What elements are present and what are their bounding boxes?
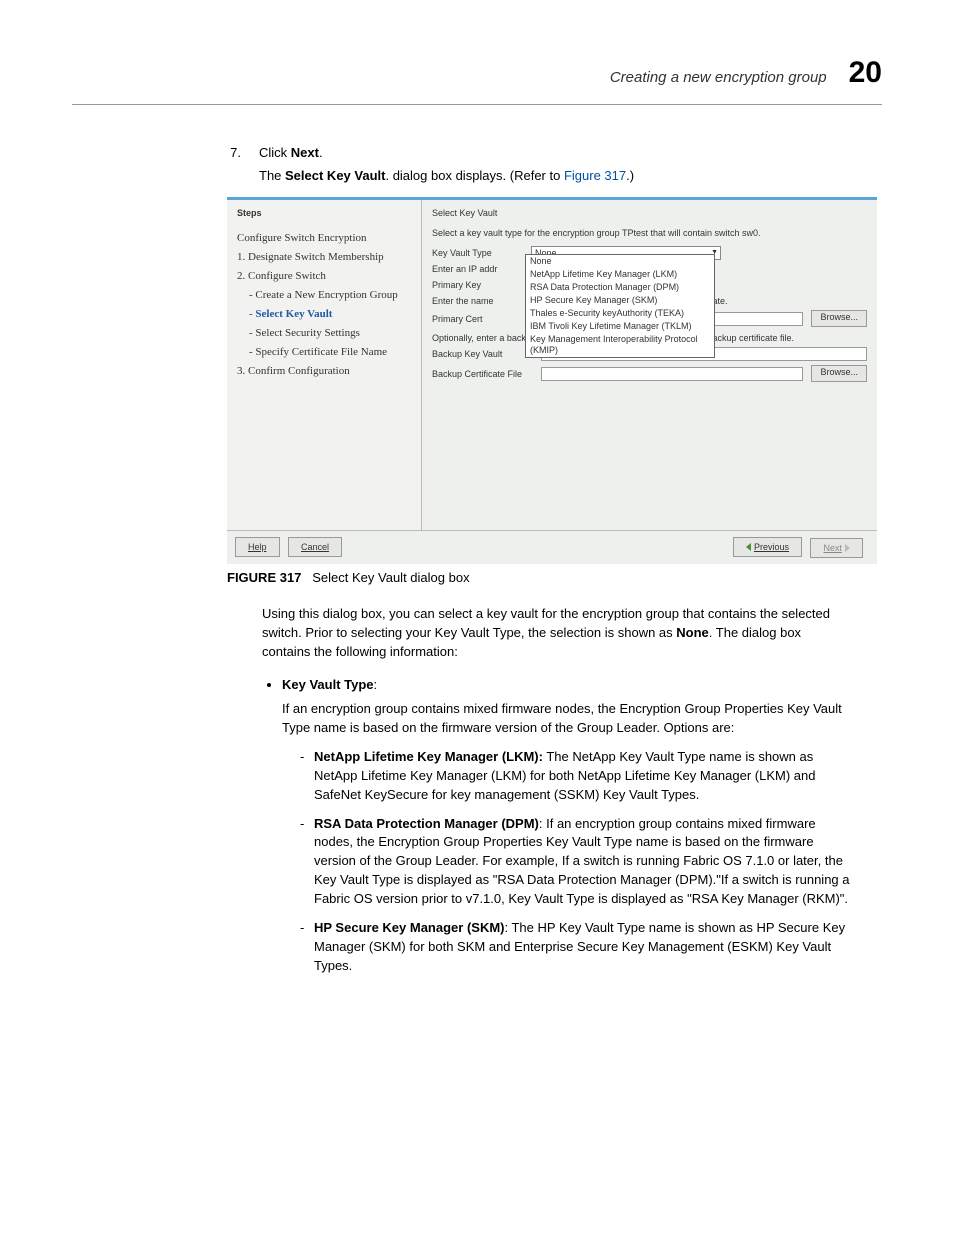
cancel-button[interactable]: Cancel xyxy=(288,537,342,557)
primary-cert-label: Primary Cert xyxy=(432,314,527,324)
backup-kv-label: Backup Key Vault xyxy=(432,349,537,359)
primary-key-label: Primary Key xyxy=(432,280,527,290)
ip-label: Enter an IP addr xyxy=(432,264,527,274)
step-text: Click Next. xyxy=(259,145,872,160)
browse-button-backup[interactable]: Browse... xyxy=(811,365,867,382)
name-label: Enter the name xyxy=(432,296,527,306)
wizard-heading: Configure Switch Encryption xyxy=(237,232,411,244)
page-title: Creating a new encryption group xyxy=(610,69,827,86)
kvt-option-skm[interactable]: HP Secure Key Manager (SKM) xyxy=(526,294,714,307)
triangle-left-icon xyxy=(746,543,751,551)
option-skm: HP Secure Key Manager (SKM): The HP Key … xyxy=(300,919,852,976)
key-vault-type-bullet: Key Vault Type: If an encryption group c… xyxy=(282,676,852,976)
wizard-step-2a: - Create a New Encryption Group xyxy=(249,289,411,301)
step-number: 7. xyxy=(227,145,241,160)
kvt-option-lkm[interactable]: NetApp Lifetime Key Manager (LKM) xyxy=(526,268,714,281)
wizard-step-2d: - Specify Certificate File Name xyxy=(249,346,411,358)
select-key-vault-dialog: Steps Configure Switch Encryption 1. Des… xyxy=(227,197,877,564)
kvt-option-tklm[interactable]: IBM Tivoli Key Lifetime Manager (TKLM) xyxy=(526,320,714,333)
wizard-steps-pane: Steps Configure Switch Encryption 1. Des… xyxy=(227,200,422,530)
figure-caption: FIGURE 317 Select Key Vault dialog box xyxy=(227,570,882,585)
browse-button-primary[interactable]: Browse... xyxy=(811,310,867,327)
kvt-option-teka[interactable]: Thales e-Security keyAuthority (TEKA) xyxy=(526,307,714,320)
chapter-number: 20 xyxy=(849,56,882,90)
wizard-step-2c: - Select Security Settings xyxy=(249,327,411,339)
previous-button[interactable]: Previous xyxy=(733,537,802,557)
option-dpm: RSA Data Protection Manager (DPM): If an… xyxy=(300,815,852,909)
wizard-step-3: 3. Confirm Configuration xyxy=(237,365,411,377)
next-button[interactable]: Next xyxy=(810,538,863,558)
intro-paragraph: Using this dialog box, you can select a … xyxy=(262,605,852,662)
backup-cert-label: Backup Certificate File xyxy=(432,369,537,379)
backup-cert-input[interactable] xyxy=(541,367,803,381)
header-rule xyxy=(72,104,882,105)
kvt-option-none[interactable]: None xyxy=(526,255,714,268)
kvt-option-dpm[interactable]: RSA Data Protection Manager (DPM) xyxy=(526,281,714,294)
figure-link[interactable]: Figure 317 xyxy=(564,168,626,183)
pane-heading: Select Key Vault xyxy=(432,208,867,218)
key-vault-type-dropdown[interactable]: None NetApp Lifetime Key Manager (LKM) R… xyxy=(525,254,715,358)
triangle-right-icon xyxy=(845,544,850,552)
steps-title: Steps xyxy=(237,208,411,218)
pane-instruction: Select a key vault type for the encrypti… xyxy=(432,228,867,238)
wizard-step-1: 1. Designate Switch Membership xyxy=(237,251,411,263)
key-vault-type-label: Key Vault Type xyxy=(432,248,527,258)
option-lkm: NetApp Lifetime Key Manager (LKM): The N… xyxy=(300,748,852,805)
help-button[interactable]: Help xyxy=(235,537,280,557)
wizard-step-2: 2. Configure Switch xyxy=(237,270,411,282)
step-description: The Select Key Vault. dialog box display… xyxy=(259,168,872,183)
kvt-option-kmip[interactable]: Key Management Interoperability Protocol… xyxy=(526,333,714,357)
wizard-step-2b-current: - Select Key Vault xyxy=(249,308,411,320)
select-key-vault-pane: Select Key Vault Select a key vault type… xyxy=(422,200,877,530)
